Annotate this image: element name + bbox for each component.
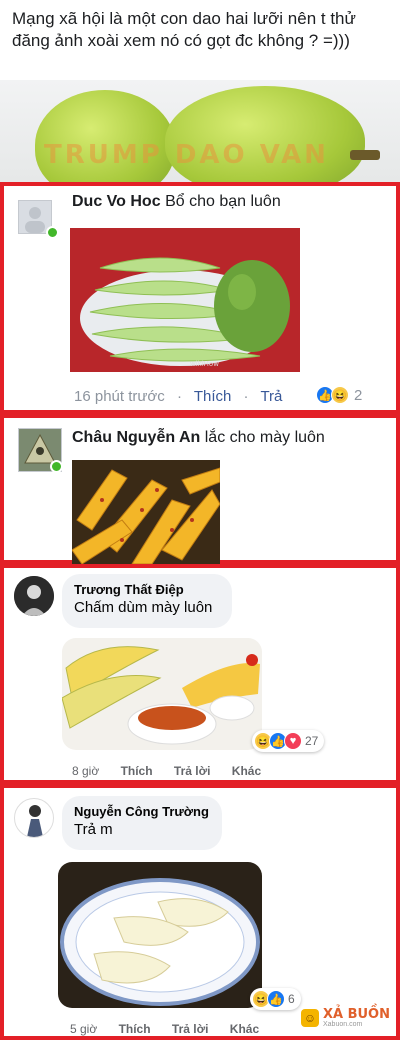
mango-chili-photo[interactable] — [72, 460, 220, 564]
comment-text: Bổ cho bạn luôn — [165, 193, 281, 210]
comment-author[interactable]: Trương Thất Điệp — [74, 581, 220, 598]
comment-frame-3: Trương Thất Điệp Chấm dùm mày luôn 😆 👍 ♥… — [0, 564, 400, 784]
more-link[interactable]: Khác — [230, 1022, 259, 1036]
reaction-summary[interactable]: 😆 👍 ♥ 27 — [252, 730, 325, 752]
site-brand: XẢ BUỒN — [322, 1007, 390, 1022]
reply-link[interactable]: Trả — [260, 388, 282, 405]
reaction-count: 27 — [305, 734, 319, 748]
peeled-mango-photo[interactable] — [58, 862, 262, 1008]
reply-link[interactable]: Trả lời — [172, 1022, 209, 1036]
reply-link[interactable]: Trả lời — [174, 764, 211, 778]
comment-frame-1: Duc Vo Hoc Bổ cho bạn luôn wikiHow 16 ph… — [0, 182, 400, 414]
avatar[interactable] — [14, 576, 54, 616]
comment-time: 5 giờ — [70, 1022, 98, 1036]
person-avatar-icon — [14, 576, 54, 616]
like-link[interactable]: Thích — [121, 764, 153, 778]
person-avatar-icon — [27, 805, 43, 837]
post-text: Mạng xã hội là một con dao hai lưỡi nên … — [12, 9, 356, 50]
reaction-summary[interactable]: 😆 👍 6 — [250, 988, 301, 1010]
smiley-icon: ☺ — [300, 1009, 319, 1027]
more-link[interactable]: Khác — [232, 764, 261, 778]
like-link[interactable]: Thích — [119, 1022, 151, 1036]
comment-actions: 16 phút trước · Thích · Trả — [74, 388, 283, 405]
comment-time: 16 phút trước — [74, 388, 165, 405]
original-post: Mạng xã hội là một con dao hai lưỡi nên … — [0, 0, 400, 182]
like-link[interactable]: Thích — [194, 388, 232, 405]
comment-text: lắc cho mày luôn — [204, 429, 325, 446]
reaction-count: 6 — [288, 992, 295, 1006]
like-reaction-icon: 👍 — [267, 990, 285, 1008]
comment-bubble: Nguyễn Công Trường Trả m — [62, 796, 222, 850]
avatar[interactable] — [14, 798, 54, 838]
comment-time: 8 giờ — [72, 764, 100, 778]
comment-frame-2: Châu Nguyễn An lắc cho mày luôn — [0, 414, 400, 564]
comment-frame-4: Nguyễn Công Trường Trả m 😆 👍 6 5 giờ Thí… — [0, 784, 400, 1040]
comment-author[interactable]: Nguyễn Công Trường — [74, 803, 210, 820]
sliced-mango-photo[interactable]: wikiHow — [70, 228, 300, 372]
site-domain: Xabuon.com — [322, 1021, 363, 1028]
comment-text: Chấm dùm mày luôn — [74, 599, 213, 616]
photo-watermark: TRUMP DAO VAN — [44, 140, 329, 170]
reaction-summary[interactable]: 👍 😆 2 — [316, 386, 362, 404]
reaction-count: 2 — [354, 386, 363, 404]
haha-reaction-icon: 😆 — [331, 386, 349, 404]
comment-author[interactable]: Duc Vo Hoc — [72, 193, 161, 210]
comment-text: Trả m — [74, 821, 113, 838]
comment-line: Duc Vo Hoc Bổ cho bạn luôn — [72, 192, 281, 212]
comment-actions: 5 giờ Thích Trả lời Khác — [70, 1022, 277, 1036]
mango-salt-photo[interactable] — [62, 638, 262, 750]
heart-reaction-icon: ♥ — [284, 732, 302, 750]
photo-caption: wikiHow — [190, 360, 219, 368]
comment-author[interactable]: Châu Nguyễn An — [72, 429, 200, 446]
online-status-dot — [50, 460, 63, 473]
comment-actions: 8 giờ Thích Trả lời Khác — [72, 764, 279, 778]
comment-bubble: Trương Thất Điệp Chấm dùm mày luôn — [62, 574, 232, 628]
online-status-dot — [46, 226, 59, 239]
comment-line: Châu Nguyễn An lắc cho mày luôn — [72, 428, 325, 448]
site-logo: ☺ XẢ BUỒN Xabuon.com — [300, 1007, 390, 1028]
